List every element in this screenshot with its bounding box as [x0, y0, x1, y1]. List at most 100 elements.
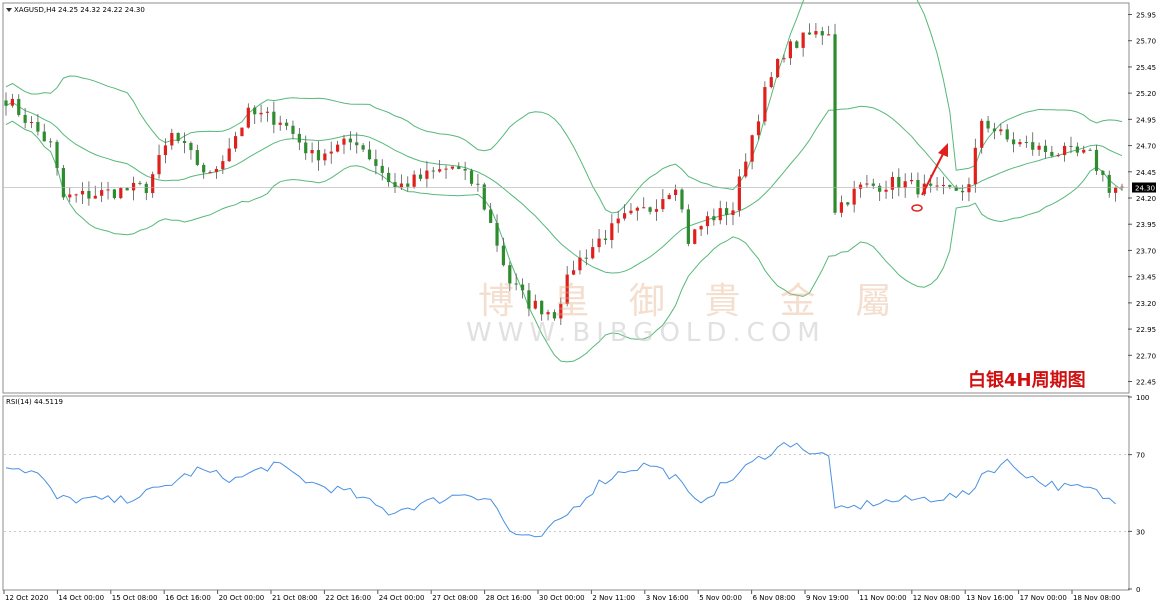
- candle-body: [316, 150, 321, 161]
- candle-body: [1094, 149, 1099, 171]
- current-price-label: 24.30: [1135, 185, 1155, 193]
- candle-body: [1018, 142, 1022, 145]
- candle-body: [903, 181, 907, 188]
- candle-body: [1069, 145, 1073, 147]
- candle-body: [833, 34, 837, 213]
- candle-body: [578, 257, 582, 271]
- candle-body: [233, 136, 238, 149]
- candle-body: [412, 174, 416, 187]
- symbol-header: XAGUSD,H4 24.25 24.32 24.22 24.30: [14, 6, 145, 14]
- candle-body: [272, 111, 276, 125]
- candle-body: [253, 107, 257, 115]
- price-tick-label: 23.20: [1136, 300, 1156, 308]
- candle-body: [336, 144, 340, 152]
- candle-body: [1043, 145, 1048, 152]
- candle-body: [55, 141, 59, 169]
- candle-body: [297, 133, 301, 143]
- candle-body: [960, 190, 965, 193]
- price-tick-label: 24.20: [1136, 195, 1156, 203]
- candle-body: [980, 120, 984, 148]
- candle-body: [744, 161, 748, 177]
- candle-body: [839, 202, 844, 213]
- candle-body: [654, 209, 659, 212]
- candle-body: [992, 128, 997, 132]
- candle-body: [131, 182, 136, 191]
- candle-body: [852, 188, 856, 205]
- candle-body: [450, 166, 454, 169]
- candle-body: [1063, 145, 1067, 156]
- price-tick-label: 25.20: [1136, 90, 1156, 98]
- candle-body: [208, 172, 212, 174]
- candle-body: [699, 226, 703, 230]
- time-tick-label: 11 Nov 00:00: [859, 594, 906, 602]
- candle-body: [93, 195, 97, 199]
- candle-body: [393, 182, 397, 188]
- candle-body: [195, 150, 199, 165]
- candle-body: [890, 176, 895, 190]
- candle-body: [763, 87, 767, 122]
- candle-body: [1101, 170, 1105, 175]
- candle-body: [597, 238, 601, 248]
- time-tick-label: 9 Nov 19:00: [806, 594, 849, 602]
- time-tick-label: 14 Oct 00:00: [58, 594, 104, 602]
- candle-body: [591, 247, 595, 259]
- candle-body: [616, 218, 620, 224]
- candle-body: [948, 185, 952, 187]
- candle-body: [705, 216, 710, 227]
- rsi-header: RSI(14) 44.5119: [6, 398, 63, 406]
- candle-body: [23, 114, 27, 123]
- price-tick-label: 24.95: [1136, 116, 1156, 124]
- candle-body: [1024, 142, 1028, 144]
- candle-body: [144, 183, 148, 194]
- price-tick-label: 25.45: [1136, 64, 1156, 72]
- candle-body: [737, 176, 741, 211]
- chart-annotation-label: 白银4H周期图: [968, 370, 1086, 391]
- candle-body: [425, 170, 429, 179]
- watermark-chinese: 博 皇 御 貴 金 屬: [478, 281, 906, 322]
- time-tick-label: 3 Nov 16:00: [646, 594, 689, 602]
- candle-body: [1037, 145, 1041, 150]
- price-tick-label: 23.95: [1136, 221, 1156, 229]
- candle-body: [444, 168, 448, 170]
- candle-body: [214, 169, 219, 173]
- candle-body: [967, 184, 971, 193]
- candle-body: [1107, 174, 1111, 193]
- candle-body: [61, 168, 65, 198]
- candle-body: [1056, 155, 1060, 157]
- candle-body: [246, 107, 250, 128]
- candle-body: [814, 31, 818, 35]
- time-tick-label: 18 Nov 08:00: [1073, 594, 1120, 602]
- candle-body: [629, 210, 633, 214]
- time-tick-label: 27 Oct 08:00: [432, 594, 478, 602]
- price-tick-label: 23.45: [1136, 274, 1156, 282]
- time-tick-label: 6 Nov 08:00: [753, 594, 796, 602]
- candle-body: [1114, 187, 1118, 193]
- candle-body: [418, 174, 423, 179]
- candle-body: [801, 32, 805, 48]
- candle-body: [1075, 146, 1079, 153]
- time-tick-label: 2 Nov 11:00: [592, 594, 635, 602]
- candle-body: [36, 121, 40, 132]
- candle-body: [17, 98, 21, 115]
- candle-body: [795, 41, 799, 48]
- candle-body: [323, 153, 327, 161]
- candle-body: [941, 185, 946, 187]
- candle-body: [897, 176, 901, 188]
- time-tick-label: 15 Oct 08:00: [112, 594, 158, 602]
- candle-body: [788, 41, 792, 59]
- candle-body: [342, 138, 346, 145]
- candle-body: [603, 238, 608, 241]
- candle-body: [1011, 139, 1016, 145]
- candle-body: [182, 140, 187, 144]
- rsi-tick-label: 100: [1136, 394, 1149, 402]
- candle-body: [667, 195, 671, 200]
- time-tick-label: 16 Oct 16:00: [165, 594, 211, 602]
- candle-body: [501, 245, 506, 266]
- time-tick-label: 22 Oct 16:00: [325, 594, 371, 602]
- candle-body: [259, 112, 263, 115]
- candle-body: [284, 122, 289, 126]
- candle-body: [756, 121, 761, 136]
- time-tick-label: 13 Nov 16:00: [966, 594, 1013, 602]
- candle-body: [693, 229, 697, 244]
- candle-body: [929, 183, 933, 186]
